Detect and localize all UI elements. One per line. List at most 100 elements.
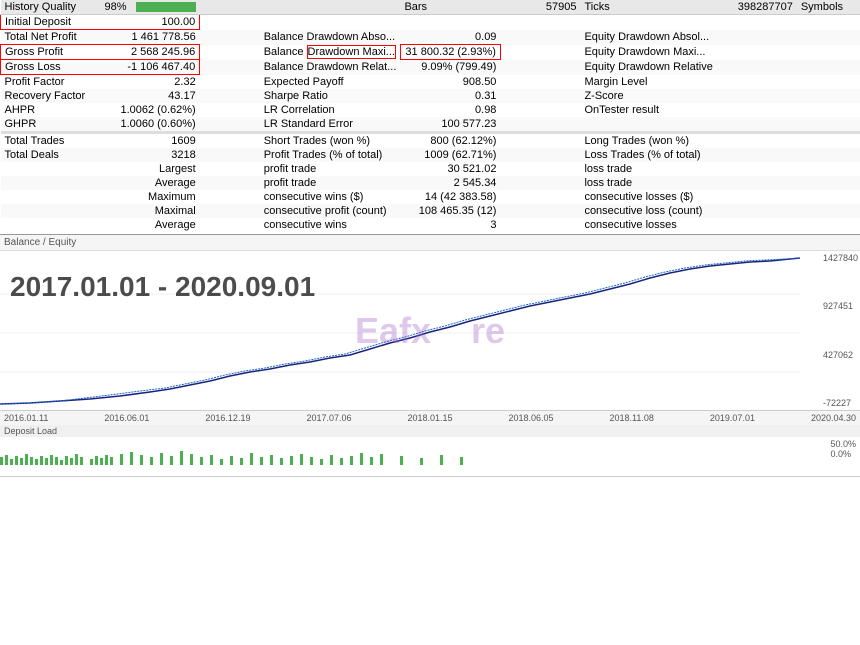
avg-consec-row: Average consecutive wins 3 consecutive l… (1, 218, 860, 232)
gross-profit-value: 2 568 245.96 (101, 45, 200, 60)
profit-trades-label: Profit Trades (% of total) (260, 148, 401, 162)
x-label-5: 2018.06.05 (509, 413, 554, 423)
bal-drawdown-relat-label: Balance Drawdown Relat... (260, 60, 401, 75)
max-consec-wins-value: 14 (42 383.58) (400, 190, 500, 204)
average-profit-value: 2 545.34 (400, 176, 500, 190)
average-profit-label: profit trade (260, 176, 401, 190)
deposit-load-chart: 50.0% 0.0% (0, 437, 860, 477)
recovery-factor-label: Recovery Factor (1, 89, 101, 103)
profit-factor-row: Profit Factor 2.32 Expected Payoff 908.5… (1, 75, 860, 90)
avg-consec-losses-label: consecutive losses (580, 218, 716, 232)
expected-payoff-value: 908.50 (400, 75, 500, 90)
gross-profit-row: Gross Profit 2 568 245.96 Balance Drawdo… (1, 45, 860, 60)
avg-consec-label: Average (101, 218, 200, 232)
ghpr-value: 1.0060 (0.60%) (101, 117, 200, 131)
maximum-label: Maximum (101, 190, 200, 204)
lr-correlation-label: LR Correlation (260, 103, 401, 117)
maximum-row: Maximum consecutive wins ($) 14 (42 383.… (1, 190, 860, 204)
history-quality-label: History Quality (1, 0, 101, 15)
x-label-1: 2016.06.01 (104, 413, 149, 423)
bal-drawdown-maxi-label: Balance Drawdown Maxi... (260, 45, 401, 60)
profit-factor-label: Profit Factor (1, 75, 101, 90)
y-axis-labels: 1427840 927451 427062 -72227 (823, 251, 858, 410)
profit-trades-value: 1009 (62.71%) (400, 148, 500, 162)
symbols-label: Symbols (797, 0, 860, 15)
x-label-8: 2020.04.30 (811, 413, 856, 423)
margin-level-label: Margin Level (580, 75, 716, 90)
initial-deposit-row: Initial Deposit 100.00 (1, 15, 860, 30)
bal-drawdown-abso-label: Balance Drawdown Abso... (260, 30, 401, 45)
average-row: Average profit trade 2 545.34 loss trade… (1, 176, 860, 190)
chart-title: Balance / Equity (0, 235, 860, 251)
eq-drawdown-maxi-label: Equity Drawdown Maxi... (580, 45, 716, 60)
maximal-profit-label: consecutive profit (count) (260, 204, 401, 218)
x-label-4: 2018.01.15 (407, 413, 452, 423)
maximal-profit-value: 108 465.35 (12) (400, 204, 500, 218)
total-trades-value: 1609 (101, 134, 200, 148)
maximal-label: Maximal (101, 204, 200, 218)
x-label-3: 2017.07.06 (306, 413, 351, 423)
ghpr-label: GHPR (1, 117, 101, 131)
deposit-svg (0, 437, 820, 475)
deposit-load-label: Deposit Load (0, 425, 860, 437)
total-deals-value: 3218 (101, 148, 200, 162)
balance-chart: Eafx re 2017.01.01 - 2020.09.01 1427840 … (0, 251, 860, 411)
history-quality-bar (136, 2, 196, 12)
bars-value: 57905 (500, 0, 580, 15)
lr-std-error-value: 100 577.23 (400, 117, 500, 131)
eq-drawdown-relative-label: Equity Drawdown Relative (580, 60, 716, 75)
ghpr-row: GHPR 1.0060 (0.60%) LR Standard Error 10… (1, 117, 860, 131)
bal-drawdown-maxi-value: 31 800.32 (2.93%) (400, 45, 500, 60)
ahpr-label: AHPR (1, 103, 101, 117)
gross-loss-row: Gross Loss -1 106 467.40 Balance Drawdow… (1, 60, 860, 75)
total-trades-label: Total Trades (1, 134, 101, 148)
sharpe-ratio-value: 0.31 (400, 89, 500, 103)
short-trades-label: Short Trades (won %) (260, 134, 401, 148)
total-deals-row: Total Deals 3218 Profit Trades (% of tot… (1, 148, 860, 162)
ahpr-value: 1.0062 (0.62%) (101, 103, 200, 117)
long-trades-label: Long Trades (won %) (580, 134, 716, 148)
max-consec-losses-label: consecutive losses ($) (580, 190, 716, 204)
recovery-factor-row: Recovery Factor 43.17 Sharpe Ratio 0.31 … (1, 89, 860, 103)
maximal-loss-label: consecutive loss (count) (580, 204, 716, 218)
z-score-label: Z-Score (580, 89, 716, 103)
bars-label: Bars (400, 0, 500, 15)
gross-loss-value: -1 106 467.40 (101, 60, 200, 75)
largest-label: Largest (101, 162, 200, 176)
avg-consec-wins-label: consecutive wins (260, 218, 401, 232)
chart-area: Balance / Equity Eafx re 2017.01.01 - 20… (0, 234, 860, 477)
x-axis-labels: 2016.01.11 2016.06.01 2016.12.19 2017.07… (0, 411, 860, 425)
bal-drawdown-relat-value: 9.09% (799.49) (400, 60, 500, 75)
y-label-3: 427062 (823, 350, 858, 360)
bal-drawdown-abso-value: 0.09 (400, 30, 500, 45)
recovery-factor-value: 43.17 (101, 89, 200, 103)
history-quality-value: 98% (105, 1, 127, 13)
x-label-7: 2019.07.01 (710, 413, 755, 423)
eq-drawdown-absol-label: Equity Drawdown Absol... (580, 30, 716, 45)
sharpe-ratio-label: Sharpe Ratio (260, 89, 401, 103)
total-net-profit-row: Total Net Profit 1 461 778.56 Balance Dr… (1, 30, 860, 45)
header-row: History Quality 98% Bars 57905 Ticks 398… (1, 0, 860, 15)
gross-profit-label: Gross Profit (1, 45, 101, 60)
expected-payoff-label: Expected Payoff (260, 75, 401, 90)
total-net-profit-label: Total Net Profit (1, 30, 101, 45)
total-trades-row: Total Trades 1609 Short Trades (won %) 8… (1, 134, 860, 148)
average-label: Average (101, 176, 200, 190)
avg-consec-wins-value: 3 (400, 218, 500, 232)
gross-loss-label: Gross Loss (1, 60, 101, 75)
ticks-value: 398287707 (717, 0, 797, 15)
lr-correlation-value: 0.98 (400, 103, 500, 117)
ticks-label: Ticks (580, 0, 716, 15)
average-loss-label: loss trade (580, 176, 716, 190)
profit-factor-value: 2.32 (101, 75, 200, 90)
watermark: Eafx re (355, 310, 505, 352)
x-label-2: 2016.12.19 (205, 413, 250, 423)
x-label-0: 2016.01.11 (4, 413, 48, 423)
largest-profit-value: 30 521.02 (400, 162, 500, 176)
x-label-6: 2018.11.08 (610, 413, 654, 423)
y-label-2: 927451 (823, 301, 858, 311)
lr-std-error-label: LR Standard Error (260, 117, 401, 131)
deposit-pct-label: 50.0% 0.0% (830, 439, 856, 459)
largest-profit-label: profit trade (260, 162, 401, 176)
ahpr-row: AHPR 1.0062 (0.62%) LR Correlation 0.98 … (1, 103, 860, 117)
